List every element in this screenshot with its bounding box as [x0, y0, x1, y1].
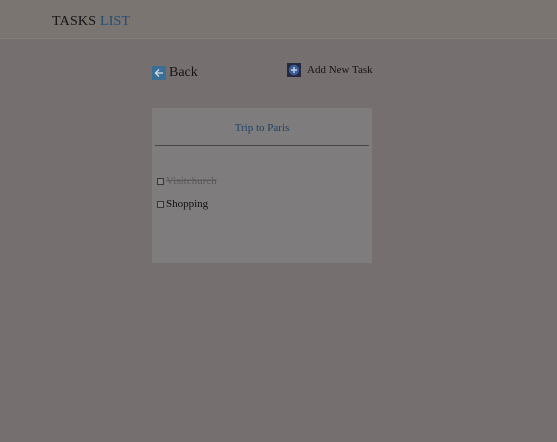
task-checkbox[interactable] [157, 200, 164, 208]
task-label: Shopping [166, 198, 209, 210]
app-header: TASKS LIST [0, 0, 557, 39]
task-item: Shopping [157, 198, 208, 210]
task-checkbox[interactable] [157, 177, 164, 185]
title-divider [155, 145, 369, 146]
add-new-task-label: Add New Task [307, 64, 373, 76]
arrow-left-icon [152, 66, 166, 80]
task-label: Visitchurch [166, 175, 217, 187]
task-list-title: Trip to Paris [234, 122, 290, 134]
back-label: Back [169, 65, 198, 80]
back-button[interactable]: Back [152, 65, 198, 81]
task-item: Visitchurch [157, 175, 217, 187]
plus-circle-icon [287, 63, 301, 77]
brand-accent: LIST [99, 14, 131, 29]
add-new-task-button[interactable]: Add New Task [287, 63, 373, 77]
brand-primary: TASKS [52, 14, 97, 29]
task-list-card: Trip to Paris Visitchurch Shopping [152, 108, 372, 263]
app-brand: TASKS LIST [52, 14, 130, 30]
